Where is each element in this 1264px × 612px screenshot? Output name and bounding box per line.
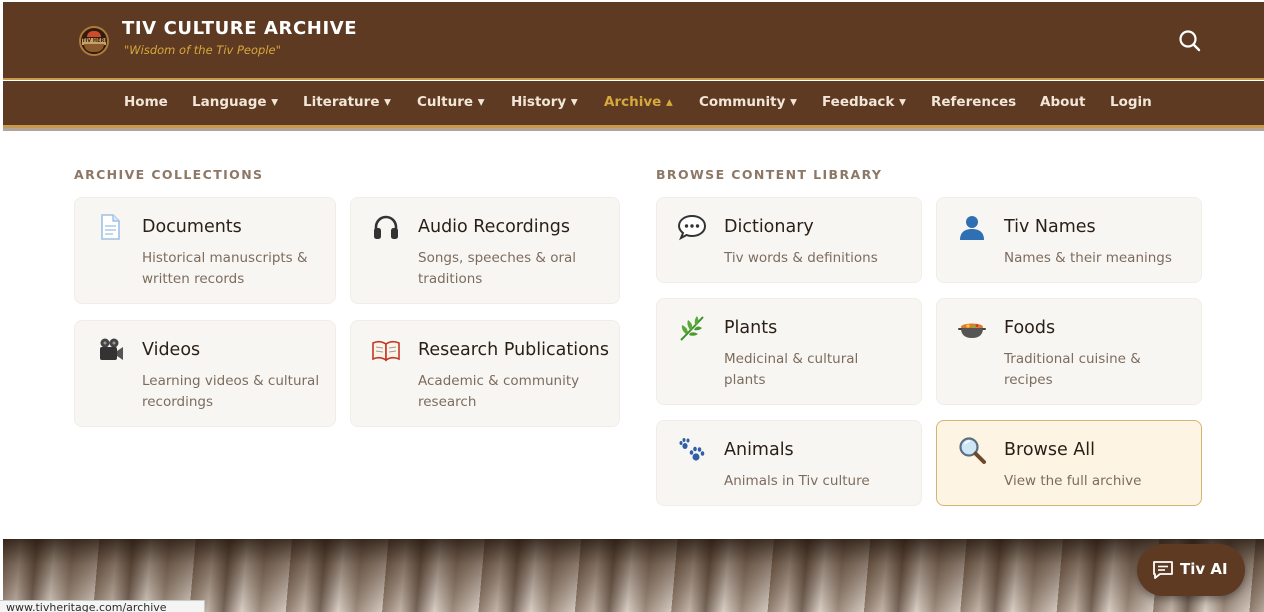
card-title: Animals [724,440,794,460]
card-title: Research Publications [418,340,609,360]
nav-home[interactable]: Home [124,94,168,110]
header-divider [3,78,1264,80]
logo-roof-shape [87,31,101,37]
site-header: TIV HERITAGE [3,2,1264,79]
card-description: Animals in Tiv culture [724,473,870,489]
card-description: Traditional cuisine & recipes [1004,351,1141,388]
logo-base-shape [84,44,104,52]
nav-community[interactable]: Community ▾ [699,94,797,110]
card-description: Names & their meanings [1004,250,1172,266]
tiv-ai-chat-button[interactable]: Tiv AI [1137,544,1245,596]
nav-language[interactable]: Language ▾ [192,94,278,110]
nav-culture[interactable]: Culture ▾ [417,94,485,110]
magnifier-icon [957,435,987,465]
nav-about[interactable]: About [1040,94,1085,110]
nav-login[interactable]: Login [1110,94,1152,110]
nav-history[interactable]: History ▾ [511,94,578,110]
nav-literature[interactable]: Literature ▾ [303,94,391,110]
card-browse-all[interactable]: Browse All View the full archive [936,420,1202,506]
headphones-icon [371,212,401,242]
card-description: Historical manuscripts & written records [142,250,308,287]
status-bar-url: www.tivheritage.com/archive [0,600,205,612]
card-description: View the full archive [1004,473,1142,489]
person-icon [957,212,987,242]
card-audio-recordings[interactable]: Audio Recordings Songs, speeches & oral … [350,197,620,304]
browse-library-heading: BROWSE CONTENT LIBRARY [656,167,883,182]
video-camera-icon [95,335,125,365]
card-description: Academic & community research [418,373,580,410]
card-plants[interactable]: Plants Medicinal & cultural plants [656,298,922,405]
card-description: Tiv words & definitions [724,250,878,266]
site-tagline: "Wisdom of the Tiv People" [124,43,281,57]
card-title: Documents [142,217,242,237]
card-title: Dictionary [724,217,814,237]
food-pot-icon [957,313,987,343]
card-description: Songs, speeches & oral traditions [418,250,577,287]
card-title: Plants [724,318,778,338]
paw-prints-icon [677,435,707,465]
nav-feedback[interactable]: Feedback ▾ [822,94,906,110]
card-title: Browse All [1004,440,1095,460]
nav-references[interactable]: References [931,94,1016,110]
card-title: Tiv Names [1004,217,1096,237]
card-tiv-names[interactable]: Tiv Names Names & their meanings [936,197,1202,283]
search-icon [1179,30,1201,52]
card-animals[interactable]: Animals Animals in Tiv culture [656,420,922,506]
search-button[interactable] [1176,27,1204,55]
archive-collections-heading: ARCHIVE COLLECTIONS [74,167,264,182]
card-title: Videos [142,340,201,360]
card-title: Audio Recordings [418,217,570,237]
card-dictionary[interactable]: Dictionary Tiv words & definitions [656,197,922,283]
open-book-icon [371,335,401,365]
herb-icon [677,313,707,343]
site-logo[interactable]: TIV HERITAGE [79,26,109,56]
chat-button-label: Tiv AI [1180,560,1228,578]
card-research-publications[interactable]: Research Publications Academic & communi… [350,320,620,427]
site-title[interactable]: TIV CULTURE ARCHIVE [122,18,357,39]
document-icon [95,212,125,242]
card-title: Foods [1004,318,1056,338]
card-documents[interactable]: Documents Historical manuscripts & writt… [74,197,336,304]
nav-archive[interactable]: Archive ▴ [604,94,673,110]
speech-bubble-icon [677,212,707,242]
card-description: Medicinal & cultural plants [724,351,859,388]
card-videos[interactable]: Videos Learning videos & cultural record… [74,320,336,427]
card-foods[interactable]: Foods Traditional cuisine & recipes [936,298,1202,405]
chat-icon [1153,561,1173,579]
card-description: Learning videos & cultural recordings [142,373,320,410]
